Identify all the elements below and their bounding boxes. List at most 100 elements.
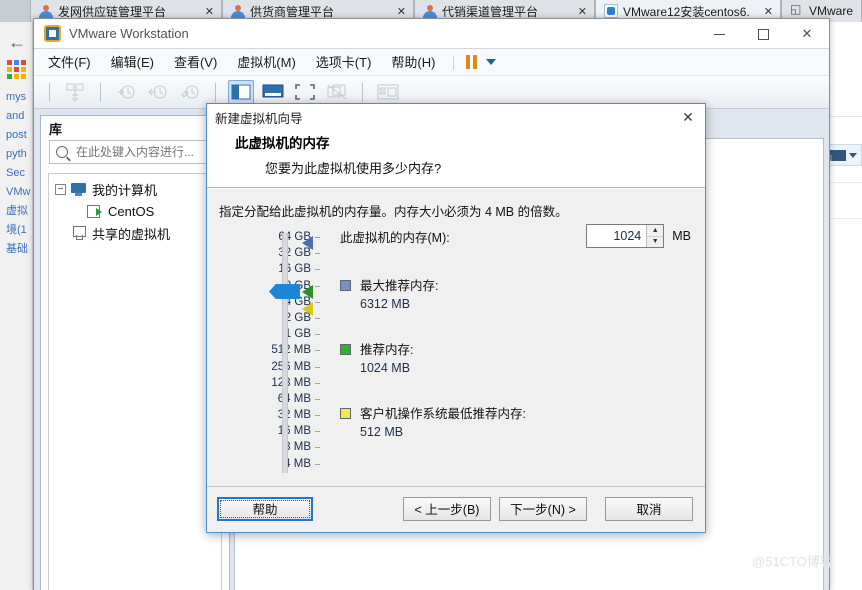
close-icon: ✕ [801,26,813,41]
window-title-bar: VMware Workstation ✕ [34,19,829,49]
screen-root: ← mys and post pyth Sec VMw 虚拟 境(1 基础 发网… [0,0,862,590]
background-link[interactable]: Sec [6,164,34,183]
library-title: 库 [49,121,63,137]
menu-item-file[interactable]: 文件(F) [38,49,101,76]
background-link-list: mys and post pyth Sec VMw 虚拟 境(1 基础 [6,88,34,259]
legend-value: 512 MB [360,425,404,439]
background-link[interactable]: pyth [6,145,34,164]
recommended-swatch [340,344,351,355]
thumbnail-bar-icon[interactable] [375,80,401,105]
help-button[interactable]: 帮助 [217,496,313,521]
dialog-description: 指定分配给此虚拟机的内存量。内存大小必须为 4 MB 的倍数。 [219,205,568,219]
maximize-button[interactable] [741,19,785,49]
menu-item-tabs[interactable]: 选项卡(T) [306,49,382,76]
scale-label: 64 MB [219,391,339,407]
dialog-body: 指定分配给此虚拟机的内存量。内存大小必须为 4 MB 的倍数。 64 GB 32… [207,188,705,530]
recommended-marker [302,285,313,299]
stepper-down-icon[interactable]: ▼ [647,236,664,247]
background-link[interactable]: 境(1 [6,221,34,240]
memory-input-value[interactable]: 1024 [587,229,646,243]
stepper-up-icon[interactable]: ▲ [647,225,664,237]
dialog-close-button[interactable]: ✕ [671,104,705,130]
tree-item-shared-vms[interactable]: 共享的虚拟机 [49,222,221,244]
chevron-down-icon[interactable] [486,59,497,65]
window-controls: ✕ [697,19,829,49]
menu-item-view[interactable]: 查看(V) [164,49,227,76]
show-library-icon[interactable] [228,79,254,105]
snapshot-settings-icon[interactable] [177,80,203,105]
collapse-icon[interactable]: − [55,183,66,195]
minimum-recommended-marker [302,302,313,316]
background-link[interactable]: 虚拟 [6,202,34,221]
divider [453,54,455,70]
background-link[interactable]: post [6,126,34,145]
legend-value: 1024 MB [360,361,411,375]
background-link[interactable]: mys [6,88,34,107]
virtual-machine-icon [87,204,102,218]
tree-item-centos[interactable]: CentOS [49,200,221,222]
memory-slider-track[interactable] [282,233,288,473]
divider [49,82,50,102]
cancel-button[interactable]: 取消 [605,496,693,521]
scale-label: 16 MB [219,423,339,439]
computer-icon [71,182,86,196]
library-header: 库 ✕ [41,116,229,140]
background-link[interactable]: and [6,107,34,126]
grid-icon[interactable] [7,60,26,79]
snapshot-manager-icon[interactable] [113,80,139,105]
user-avatar-icon [231,4,245,18]
tree-item-my-computer[interactable]: − 我的计算机 [49,178,221,200]
unity-mode-icon[interactable] [324,80,350,105]
close-icon[interactable]: ✕ [764,5,773,18]
close-icon[interactable]: ✕ [397,5,406,18]
user-avatar-icon [423,4,437,18]
window-title: VMware Workstation [69,26,189,41]
dialog-heading: 此虚拟机的内存 [235,136,330,151]
revert-snapshot-icon[interactable] [145,80,171,105]
scale-label: 8 MB [219,439,339,455]
divider [215,82,216,102]
back-arrow-icon[interactable]: ← [7,32,27,52]
search-input[interactable] [74,144,214,160]
minimum-recommended-swatch [340,408,351,419]
browser-tab-label: 代销渠道管理平台 [442,4,539,19]
tree-item-label: 共享的虚拟机 [92,226,171,242]
dialog-header: 此虚拟机的内存 您要为此虚拟机使用多少内存? [207,130,705,188]
dialog-title: 新建虚拟机向导 [215,111,303,126]
background-link[interactable]: 基础 [6,240,34,259]
console-view-icon[interactable] [260,80,286,105]
scale-label: 128 MB [219,375,339,391]
user-avatar-icon [39,4,53,18]
browser-tab-label: 供货商管理平台 [250,4,335,19]
minimize-button[interactable] [697,19,741,49]
close-icon[interactable]: ✕ [578,5,587,18]
pause-icon[interactable] [466,55,478,69]
memory-scale: 64 GB 32 GB 16 GB 8 GB 4 GB 2 GB 1 GB 51… [219,229,339,474]
menu-item-vm[interactable]: 虚拟机(M) [227,49,306,76]
legend-item-max: 最大推荐内存: 6312 MB [340,277,526,313]
library-panel: 库 ✕ − 我的计算机 [40,115,230,590]
fullscreen-icon[interactable] [292,80,318,105]
max-recommended-marker [302,236,313,250]
dialog-subheading: 您要为此虚拟机使用多少内存? [265,161,442,176]
library-search-box[interactable] [49,140,221,164]
next-button[interactable]: 下一步(N) > [499,496,587,521]
back-button[interactable]: < 上一步(B) [403,496,491,521]
legend-label: 最大推荐内存: [360,279,439,293]
shared-vm-icon [71,226,86,240]
menu-item-help[interactable]: 帮助(H) [381,49,445,76]
close-icon[interactable]: ✕ [205,5,214,18]
scale-label: 16 GB [219,261,339,277]
scale-label: 1 GB [219,326,339,342]
close-button[interactable]: ✕ [785,19,829,49]
background-link[interactable]: VMw [6,183,34,202]
scale-label: 32 GB [219,245,339,261]
background-left-rail: ← mys and post pyth Sec VMw 虚拟 境(1 基础 [0,22,33,590]
snapshot-take-icon[interactable] [62,80,88,105]
tree-item-label: CentOS [108,203,155,219]
search-icon [56,146,68,158]
memory-stepper[interactable]: 1024 ▲ ▼ [586,224,665,248]
dialog-title-bar: 新建虚拟机向导 ✕ [207,104,705,130]
menu-item-edit[interactable]: 编辑(E) [101,49,164,76]
legend-item-minimum: 客户机操作系统最低推荐内存: 512 MB [340,405,526,441]
